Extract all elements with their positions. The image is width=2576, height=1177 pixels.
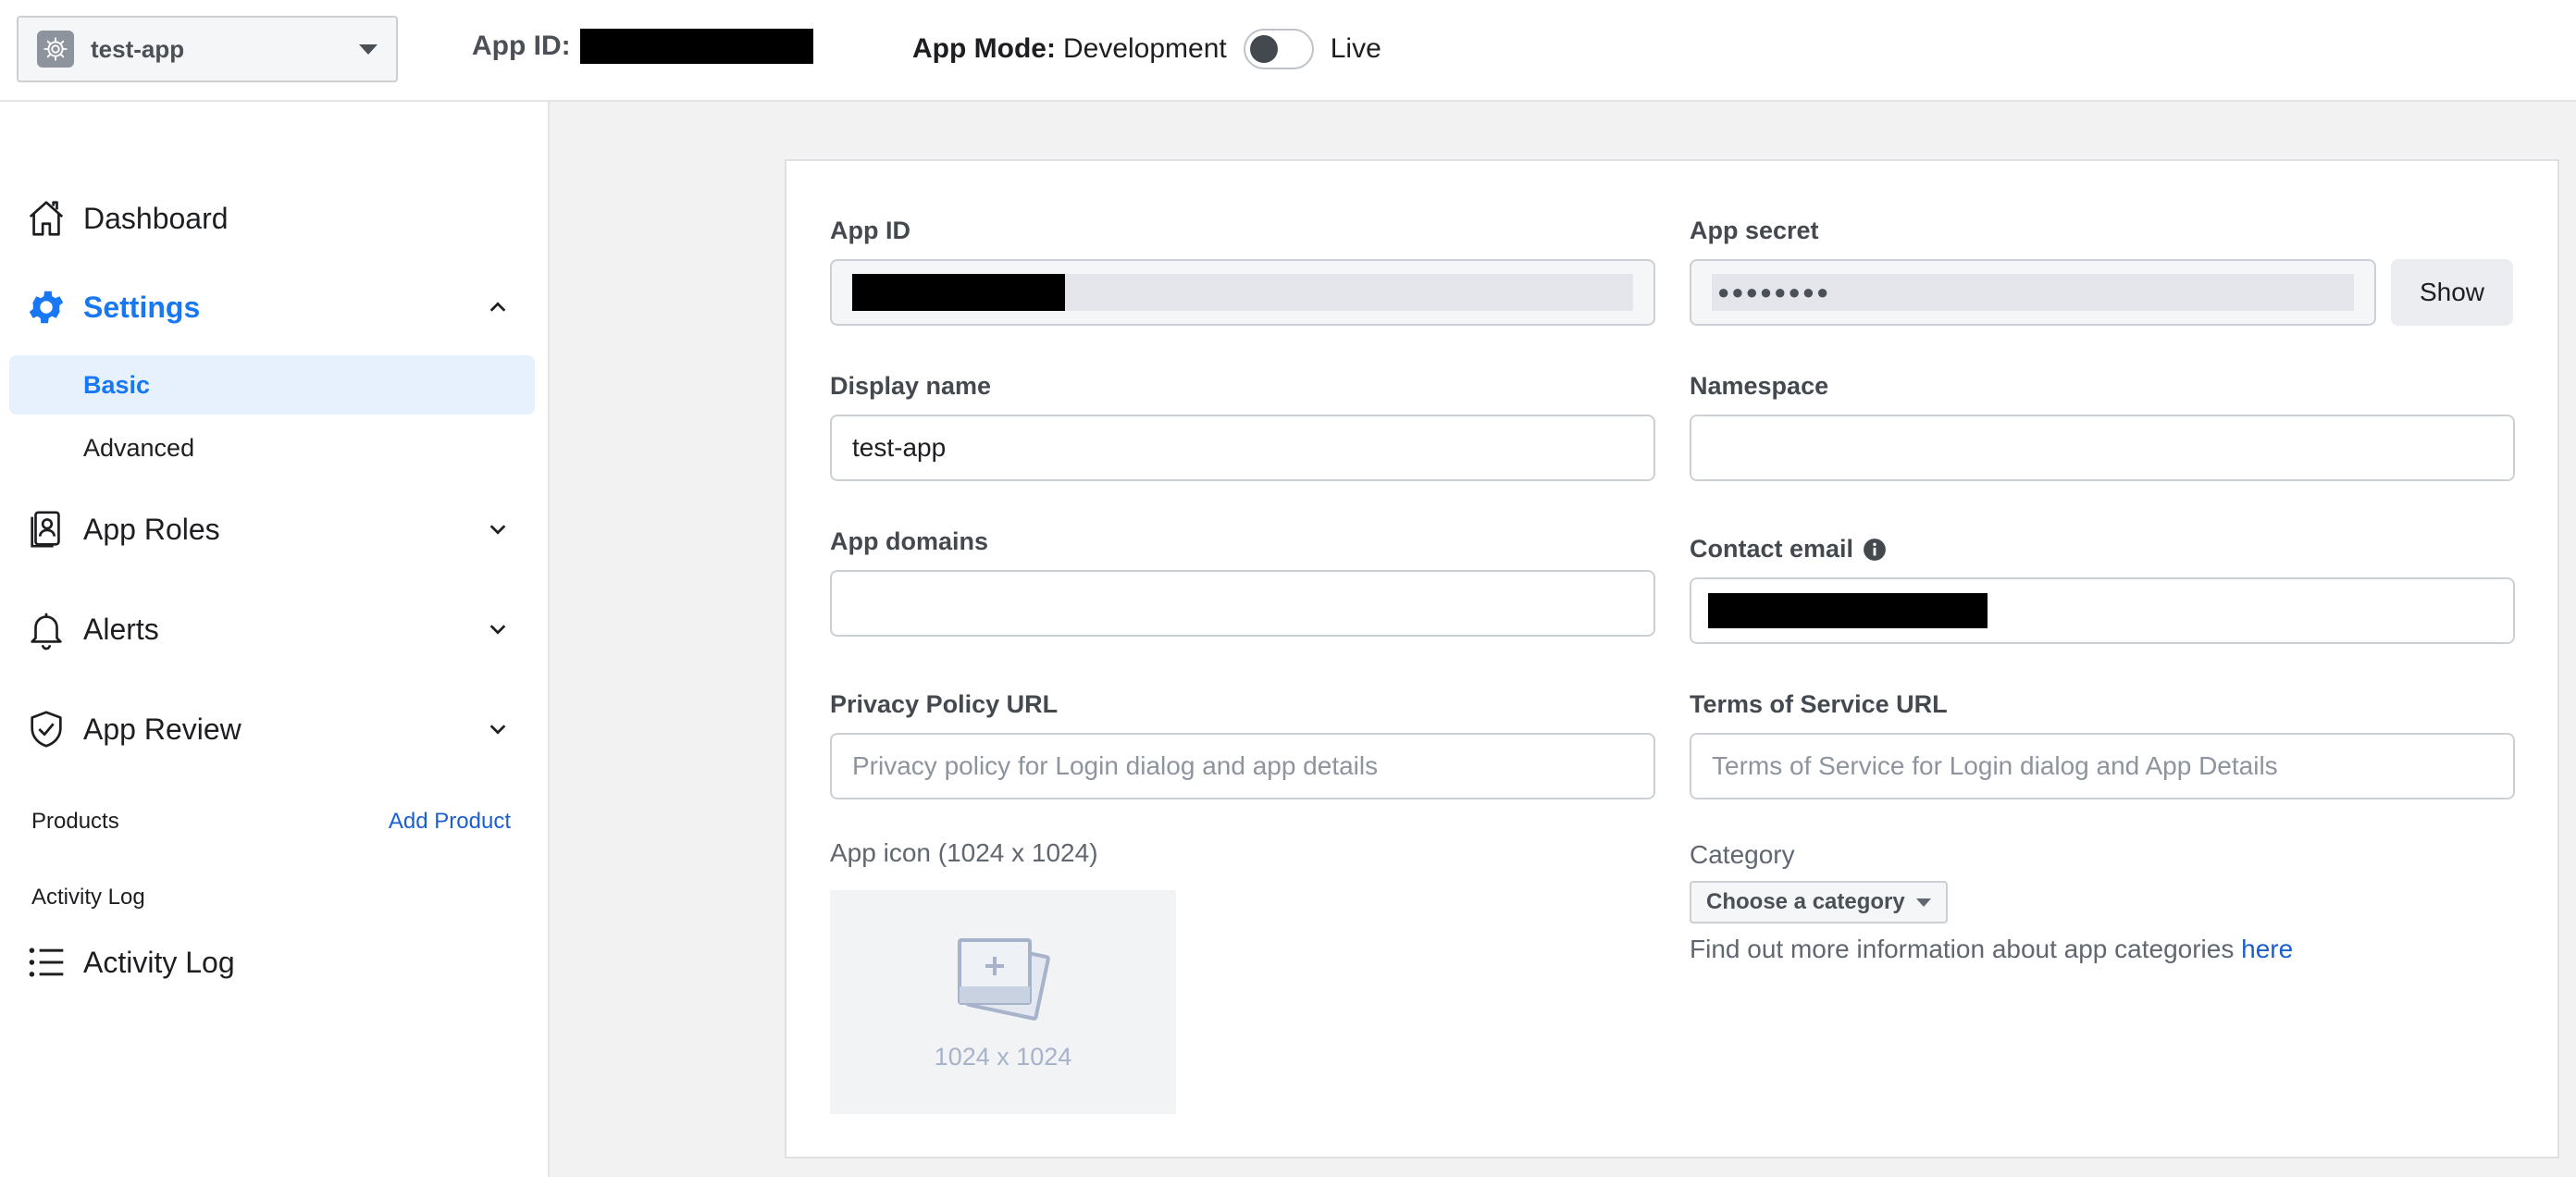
app-selector-name: test-app [91,34,185,63]
basic-settings-card: App ID App secret ●●●●●●●● Show Display … [785,159,2559,1158]
sidebar-item-alerts[interactable]: Alerts [24,601,516,657]
sidebar-item-label: Settings [83,290,201,324]
app-mode: App Mode: Development Live [912,29,1381,69]
category-label: Category [1690,840,1795,869]
tos-input[interactable]: Terms of Service for Login dialog and Ap… [1690,733,2515,799]
list-icon [24,940,68,985]
tos-placeholder: Terms of Service for Login dialog and Ap… [1712,751,2278,780]
display-name-value: test-app [852,433,947,462]
contact-email-label-row: Contact email [1690,535,1887,564]
chevron-down-icon[interactable] [479,611,516,648]
sidebar-item-app-roles[interactable]: App Roles [24,502,516,557]
app-domains-label: App domains [830,527,989,555]
home-icon [24,196,68,241]
toggle-knob [1249,35,1278,63]
products-section-label: Products [31,809,119,834]
info-icon[interactable] [1863,538,1887,562]
namespace-input[interactable] [1690,415,2515,481]
app-secret-field[interactable]: ●●●●●●●● [1690,259,2376,326]
add-product-link[interactable]: Add Product [389,809,511,835]
redacted-app-id-value [852,274,1065,311]
app-icon-upload[interactable]: 1024 x 1024 [830,890,1176,1114]
caret-down-icon [1915,898,1931,907]
id-badge-icon [24,507,68,551]
sidebar-item-dashboard[interactable]: Dashboard [24,191,516,246]
display-name-input[interactable]: test-app [830,415,1655,481]
app-id-value-bar [852,274,1633,311]
gear-icon [24,285,68,329]
chevron-up-icon[interactable] [479,289,516,326]
category-select-label: Choose a category [1706,889,1905,914]
mode-live-label: Live [1330,33,1381,64]
app-icon-dimensions: 1024 x 1024 [934,1043,1072,1071]
app-secret-value: ●●●●●●●● [1712,274,2354,311]
chevron-down-icon [359,43,378,55]
sidebar-item-label: Dashboard [83,201,229,235]
sidebar-item-settings[interactable]: Settings [24,279,516,335]
redacted-app-id [579,29,813,64]
privacy-policy-placeholder: Privacy policy for Login dialog and app … [852,751,1379,780]
redacted-contact-email [1708,593,1988,628]
header-app-id-label: App ID: [472,31,571,61]
contact-email-input[interactable] [1690,577,2515,644]
category-select[interactable]: Choose a category [1690,881,1948,923]
tos-label: Terms of Service URL [1690,690,1948,718]
app-mode-label: App Mode: [912,33,1056,64]
category-info-text: Find out more information about app cate… [1690,935,2235,963]
privacy-policy-input[interactable]: Privacy policy for Login dialog and app … [830,733,1655,799]
chevron-down-icon[interactable] [479,711,516,748]
top-bar: test-app App ID: App Mode: Development L… [0,0,2576,102]
sidebar-item-label: Alerts [83,612,159,646]
category-info: Find out more information about app cate… [1690,935,2293,964]
sidebar-subitem-basic[interactable]: Basic [9,355,535,415]
app-id-label: App ID [830,217,910,244]
sidebar: Dashboard Settings Basic Advanced App Ro… [0,102,550,1177]
bell-icon [24,607,68,651]
app-domains-input[interactable] [830,570,1655,637]
mode-development-label: Development [1062,33,1227,64]
activity-log-section-label: Activity Log [31,885,145,910]
privacy-policy-label: Privacy Policy URL [830,690,1059,718]
display-name-label: Display name [830,372,992,400]
show-secret-button[interactable]: Show [2391,259,2513,326]
app-icon-label: App icon (1024 x 1024) [830,838,1098,867]
sidebar-item-label: App Roles [83,512,220,546]
sidebar-item-label: Activity Log [83,945,235,979]
app-id-field[interactable] [830,259,1655,326]
sidebar-item-label: App Review [83,712,242,746]
category-info-link[interactable]: here [2241,935,2293,963]
sidebar-item-app-review[interactable]: App Review [24,701,516,757]
app-gear-icon [37,31,74,68]
app-selector[interactable]: test-app [17,16,398,82]
sidebar-item-activity-log[interactable]: Activity Log [24,935,516,990]
sidebar-subitem-advanced[interactable]: Advanced [9,418,535,477]
contact-email-label: Contact email [1690,535,1854,563]
chevron-down-icon[interactable] [479,511,516,548]
image-placeholder-icon [952,933,1054,1026]
shield-check-icon [24,707,68,751]
app-secret-label: App secret [1690,217,1819,244]
header-app-id: App ID: [472,29,813,64]
namespace-label: Namespace [1690,372,1829,400]
app-mode-toggle[interactable] [1243,29,1314,69]
